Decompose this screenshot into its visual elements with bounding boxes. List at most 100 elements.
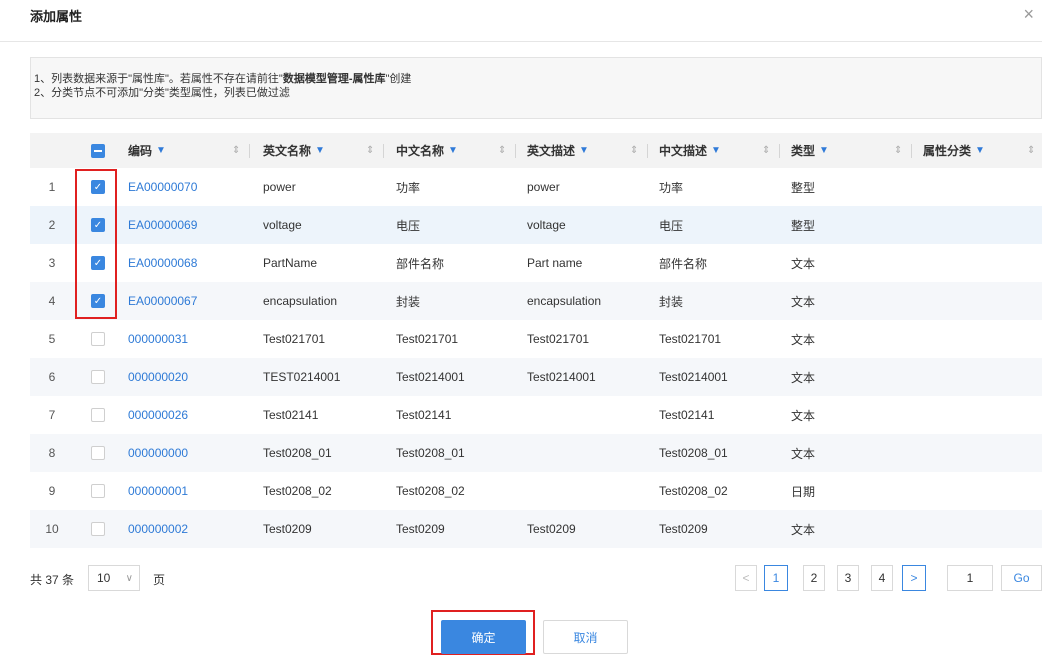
row-checkbox-cell[interactable]	[90, 510, 106, 548]
cell-category	[923, 168, 1033, 206]
cell-code-text[interactable]: EA00000070	[128, 180, 197, 194]
table-row[interactable]: 8 000000000 Test0208_01 Test0208_01 Test0208…	[30, 434, 1042, 472]
cell-code[interactable]: 000000031	[128, 320, 258, 358]
cell-en-desc: power	[527, 168, 657, 206]
table-row[interactable]: 4 ✓ EA00000067 encapsulation 封装 encapsulation…	[30, 282, 1042, 320]
table-row[interactable]: 7 000000026 Test02141 Test02141 Test02141 文本	[30, 396, 1042, 434]
page-button-3[interactable]: 3	[837, 565, 859, 591]
row-checkbox[interactable]	[91, 370, 105, 384]
attribute-table: 编码 ▼ ⇕ 英文名称 ▼ ⇕ 中文名称 ▼ ⇕ 英文描述 ▼ ⇕ 中文描述 ▼…	[30, 133, 1042, 548]
cell-code-text[interactable]: 000000031	[128, 332, 188, 346]
sort-icon[interactable]: ⇕	[894, 133, 913, 168]
cell-type-text: 文本	[791, 446, 816, 461]
row-checkbox-cell[interactable]: ✓	[90, 244, 106, 282]
table-row[interactable]: 10 000000002 Test0209 Test0209 Test0209 Test0…	[30, 510, 1042, 548]
cell-code[interactable]: 000000020	[128, 358, 258, 396]
funnel-icon[interactable]: ▼	[711, 145, 721, 156]
page-button-1[interactable]: 1	[764, 565, 788, 591]
funnel-icon[interactable]: ▼	[315, 145, 325, 156]
funnel-icon[interactable]: ▼	[156, 145, 166, 156]
cell-code-text[interactable]: 000000000	[128, 446, 188, 460]
table-row[interactable]: 9 000000001 Test0208_02 Test0208_02 Test0208…	[30, 472, 1042, 510]
funnel-icon[interactable]: ▼	[448, 145, 458, 156]
cell-en-name: power	[263, 168, 393, 206]
page-jump-input[interactable]: 1	[947, 565, 993, 591]
sort-icon[interactable]: ⇕	[630, 133, 649, 168]
column-divider	[911, 143, 913, 158]
row-checkbox-cell[interactable]	[90, 434, 106, 472]
next-page-button[interactable]: >	[902, 565, 926, 591]
funnel-icon[interactable]: ▼	[579, 145, 589, 156]
row-checkbox[interactable]	[91, 408, 105, 422]
cell-cn-desc: 功率	[659, 168, 789, 206]
cell-code[interactable]: EA00000070	[128, 168, 258, 206]
table-row[interactable]: 6 000000020 TEST0214001 Test0214001 Test0214…	[30, 358, 1042, 396]
sort-icon[interactable]: ⇕	[366, 133, 385, 168]
page-size-select[interactable]: 10 ∨	[88, 565, 140, 591]
row-checkbox-cell[interactable]	[90, 320, 106, 358]
page-button-2[interactable]: 2	[803, 565, 825, 591]
row-checkbox[interactable]: ✓	[91, 256, 105, 270]
page-button-4[interactable]: 4	[871, 565, 893, 591]
row-checkbox-cell[interactable]	[90, 358, 106, 396]
sort-icon[interactable]: ⇕	[762, 133, 781, 168]
row-checkbox[interactable]	[91, 484, 105, 498]
row-index: 1	[30, 168, 74, 206]
cell-code[interactable]: 000000002	[128, 510, 258, 548]
cell-code[interactable]: 000000001	[128, 472, 258, 510]
row-checkbox-cell[interactable]: ✓	[90, 206, 106, 244]
check-icon: ✓	[93, 295, 103, 307]
cell-code-text[interactable]: EA00000067	[128, 294, 197, 308]
cell-code[interactable]: 000000026	[128, 396, 258, 434]
cell-code-text[interactable]: 000000001	[128, 484, 188, 498]
sort-icon[interactable]: ⇕	[232, 133, 251, 168]
row-checkbox[interactable]: ✓	[91, 218, 105, 232]
notice-line-1-prefix: 1、列表数据来源于"属性库"。若属性不存在请前往"	[34, 73, 283, 85]
select-all-checkbox[interactable]	[91, 143, 105, 158]
cell-cn-desc-text: Test0209	[659, 522, 708, 536]
row-checkbox-cell[interactable]: ✓	[90, 168, 106, 206]
cell-en-name-text: Test02141	[263, 408, 319, 422]
funnel-icon[interactable]: ▼	[975, 145, 985, 156]
cell-cn-name-text: 封装	[396, 294, 421, 309]
row-checkbox[interactable]	[91, 332, 105, 346]
cell-code-text[interactable]: 000000026	[128, 408, 188, 422]
row-checkbox[interactable]: ✓	[91, 180, 105, 194]
column-header-category[interactable]: 属性分类 ▼	[923, 133, 1033, 168]
cell-cn-desc: 部件名称	[659, 244, 789, 282]
cell-code-text[interactable]: 000000002	[128, 522, 188, 536]
cell-code-text[interactable]: EA00000069	[128, 218, 197, 232]
table-row[interactable]: 2 ✓ EA00000069 voltage 电压 voltage 电压 整型	[30, 206, 1042, 244]
cell-code-text[interactable]: 000000020	[128, 370, 188, 384]
row-checkbox-cell[interactable]	[90, 472, 106, 510]
go-button[interactable]: Go	[1001, 565, 1042, 591]
cell-code[interactable]: EA00000067	[128, 282, 258, 320]
cell-cn-desc: 电压	[659, 206, 789, 244]
cell-cn-name: 功率	[396, 168, 526, 206]
row-checkbox[interactable]	[91, 446, 105, 460]
prev-page-button[interactable]: <	[735, 565, 757, 591]
cell-type: 文本	[791, 396, 891, 434]
column-header-type[interactable]: 类型 ▼	[791, 133, 891, 168]
sort-icon[interactable]: ⇕	[1027, 133, 1035, 168]
cell-code-text[interactable]: EA00000068	[128, 256, 197, 270]
confirm-button[interactable]: 确定	[441, 620, 526, 654]
cell-type-text: 文本	[791, 408, 816, 423]
table-row[interactable]: 5 000000031 Test021701 Test021701 Test021701…	[30, 320, 1042, 358]
cell-code[interactable]: EA00000068	[128, 244, 258, 282]
row-checkbox-cell[interactable]	[90, 396, 106, 434]
sort-icon[interactable]: ⇕	[498, 133, 517, 168]
cell-code[interactable]: EA00000069	[128, 206, 258, 244]
cell-cn-name: Test0208_02	[396, 472, 526, 510]
cell-code[interactable]: 000000000	[128, 434, 258, 472]
cell-en-desc-text: Test0209	[527, 522, 576, 536]
table-row[interactable]: 1 ✓ EA00000070 power 功率 power 功率 整型	[30, 168, 1042, 206]
row-checkbox-cell[interactable]: ✓	[90, 282, 106, 320]
row-checkbox[interactable]: ✓	[91, 294, 105, 308]
header-select-all[interactable]	[90, 133, 106, 168]
close-icon[interactable]: ×	[1023, 2, 1034, 26]
table-row[interactable]: 3 ✓ EA00000068 PartName 部件名称 Part name 部件名称 文本	[30, 244, 1042, 282]
row-checkbox[interactable]	[91, 522, 105, 536]
funnel-icon[interactable]: ▼	[819, 145, 829, 156]
cancel-button[interactable]: 取消	[543, 620, 628, 654]
